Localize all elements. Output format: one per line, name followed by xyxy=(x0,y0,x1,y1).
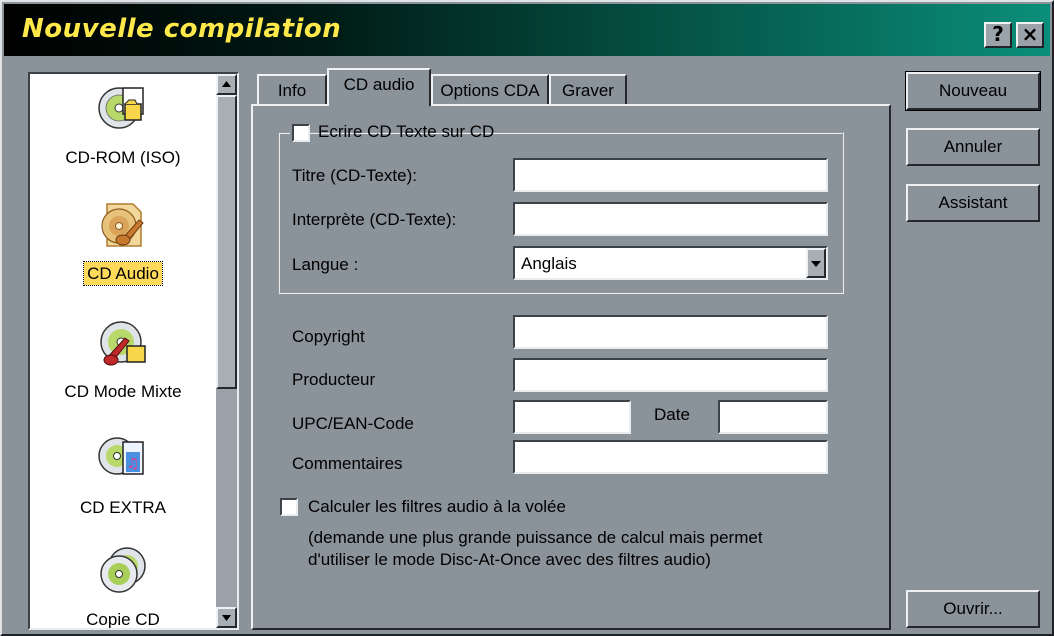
title-bar[interactable]: Nouvelle compilation ? × xyxy=(4,4,1050,56)
performer-field[interactable] xyxy=(513,202,828,236)
cd-mixed-mode-icon xyxy=(97,316,149,368)
audio-filters-note-line2: d'utiliser le mode Disc-At-Once avec des… xyxy=(308,550,711,569)
list-item-label: CD Audio xyxy=(83,261,163,286)
copy-cd-icon xyxy=(97,544,149,596)
title-field[interactable] xyxy=(513,158,828,192)
scroll-up-button[interactable] xyxy=(216,74,237,95)
performer-label: Interprète (CD-Texte): xyxy=(292,210,457,229)
list-item-label: CD-ROM (ISO) xyxy=(65,148,181,167)
comments-field[interactable] xyxy=(513,440,828,474)
list-item-label: Copie CD xyxy=(86,610,160,629)
audio-filters-checkbox[interactable] xyxy=(280,498,298,516)
producer-field[interactable] xyxy=(513,358,828,392)
title-label: Titre (CD-Texte): xyxy=(292,166,417,185)
language-select-value: Anglais xyxy=(521,254,577,273)
new-button[interactable]: Nouveau xyxy=(905,71,1041,111)
tab-info[interactable]: Info xyxy=(257,74,327,108)
window-title: Nouvelle compilation xyxy=(22,14,342,44)
scroll-thumb[interactable] xyxy=(216,95,237,389)
audio-filters-note-line1: (demande une plus grande puissance de ca… xyxy=(308,528,763,547)
list-scrollbar[interactable] xyxy=(216,74,237,628)
group-caption-spacer xyxy=(290,122,650,144)
arrow-down-icon xyxy=(222,615,231,621)
copyright-label: Copyright xyxy=(292,327,365,346)
cd-audio-icon xyxy=(97,198,149,250)
svg-text:♫: ♫ xyxy=(127,456,140,472)
list-item-label: CD Mode Mixte xyxy=(64,382,182,401)
copyright-field[interactable] xyxy=(513,315,828,349)
compilation-type-list[interactable]: CD-ROM (ISO) CD Audio CD Mode Mixte ♫ CD… xyxy=(28,72,239,630)
cancel-button[interactable]: Annuler xyxy=(906,128,1040,166)
tab-options-cda[interactable]: Options CDA xyxy=(431,74,549,108)
open-button[interactable]: Ouvrir... xyxy=(906,590,1040,628)
producer-label: Producteur xyxy=(292,370,376,389)
language-select[interactable]: Anglais xyxy=(513,246,828,280)
comments-label: Commentaires xyxy=(292,454,403,473)
upc-label: UPC/EAN-Code xyxy=(292,414,414,433)
date-field[interactable] xyxy=(718,400,828,434)
help-button[interactable]: ? xyxy=(984,22,1012,48)
scroll-down-button[interactable] xyxy=(216,607,237,628)
arrow-up-icon xyxy=(222,81,231,87)
date-label: Date xyxy=(654,405,690,424)
close-button[interactable]: × xyxy=(1016,22,1044,48)
cd-extra-icon: ♫ xyxy=(97,432,149,484)
wizard-button[interactable]: Assistant xyxy=(906,184,1040,222)
tab-graver[interactable]: Graver xyxy=(549,74,627,108)
dialog-window: Nouvelle compilation ? × CD-ROM (ISO) CD… xyxy=(0,0,1054,636)
language-dropdown-button[interactable] xyxy=(806,248,826,278)
list-item-label: CD EXTRA xyxy=(80,498,166,517)
audio-filters-label: Calculer les filtres audio à la volée xyxy=(308,497,566,516)
chevron-down-icon xyxy=(811,261,821,267)
language-label: Langue : xyxy=(292,255,359,274)
upc-field[interactable] xyxy=(513,400,631,434)
tab-cd-audio[interactable]: CD audio xyxy=(327,68,431,106)
cd-rom-iso-icon xyxy=(97,82,149,134)
